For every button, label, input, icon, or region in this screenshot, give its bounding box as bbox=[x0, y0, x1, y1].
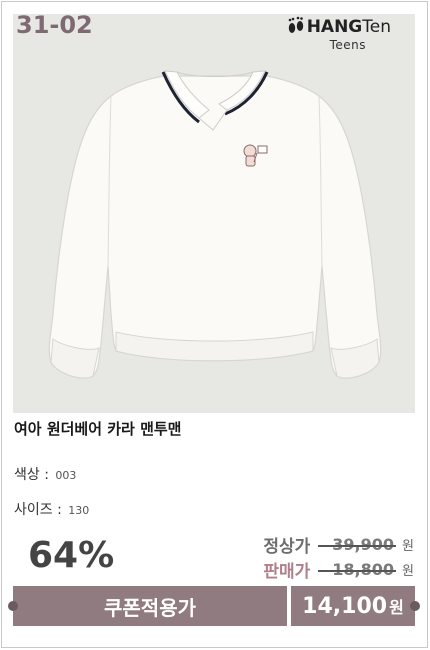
regular-price-currency: 원 bbox=[402, 539, 414, 554]
ticket-notch-right bbox=[410, 601, 420, 611]
regular-price-value: 39,900 bbox=[318, 535, 396, 554]
size-option: 사이즈 : 130 bbox=[14, 502, 90, 518]
regular-price-row: 정상가 39,900 원 bbox=[263, 532, 414, 557]
sale-price-value: 18,800 bbox=[318, 560, 396, 579]
coupon-price-bar[interactable]: 쿠폰적용가 14,100 원 bbox=[8, 586, 420, 626]
sale-price-label: 판매가 bbox=[263, 562, 311, 582]
brand-name-light: Ten bbox=[362, 17, 391, 37]
product-image[interactable]: 31-02 HANGTen Teens bbox=[13, 14, 415, 413]
final-price-value: 14,100 bbox=[302, 593, 388, 619]
product-code: 31-02 bbox=[16, 14, 93, 39]
color-option: 색상 : 003 bbox=[14, 467, 77, 483]
regular-price-label: 정상가 bbox=[263, 537, 311, 557]
final-price-box[interactable]: 14,100 원 bbox=[291, 586, 420, 626]
coupon-label: 쿠폰적용가 bbox=[104, 595, 196, 620]
color-value: 003 bbox=[55, 469, 77, 482]
discount-rate: 64% bbox=[28, 535, 115, 576]
size-label: 사이즈 bbox=[14, 502, 53, 518]
ticket-notch-left bbox=[8, 601, 18, 611]
sale-price-row: 판매가 18,800 원 bbox=[263, 557, 414, 582]
size-value: 130 bbox=[68, 504, 90, 517]
product-title[interactable]: 여아 원더베어 카라 맨투맨 bbox=[14, 418, 181, 439]
final-price-currency: 원 bbox=[389, 598, 404, 617]
sale-price-currency: 원 bbox=[402, 564, 414, 579]
brand-name-bold: HANG bbox=[306, 17, 363, 37]
brand-subline: Teens bbox=[329, 38, 366, 52]
coupon-label-box[interactable]: 쿠폰적용가 bbox=[8, 586, 287, 626]
footprint-icon bbox=[288, 16, 303, 33]
color-label: 색상 bbox=[14, 467, 40, 483]
brand-logo: HANGTen Teens bbox=[261, 16, 401, 54]
sweatshirt-illustration bbox=[48, 70, 382, 379]
